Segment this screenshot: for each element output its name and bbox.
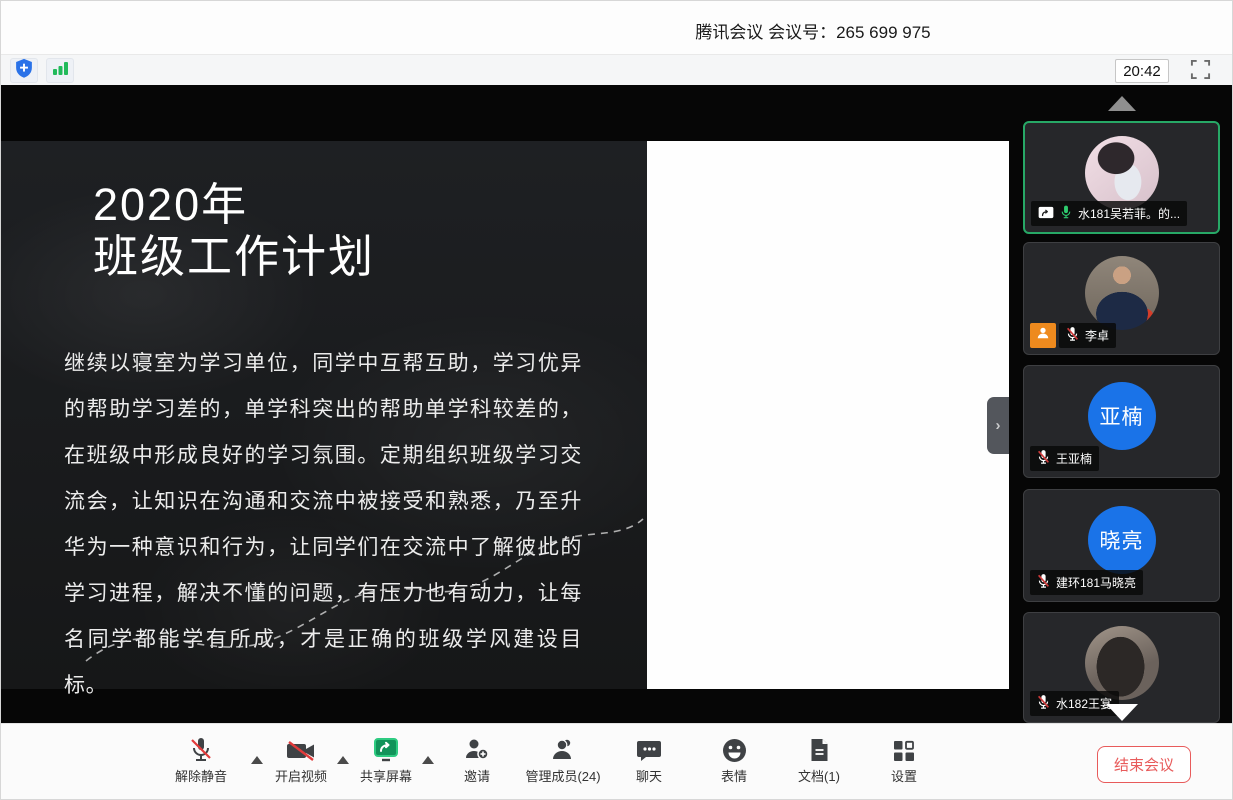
participant-tile[interactable]: 亚楠 王亚楠 bbox=[1023, 365, 1220, 478]
participant-tile[interactable]: 李卓 bbox=[1023, 242, 1220, 355]
participant-label: 李卓 bbox=[1059, 323, 1116, 348]
host-person-icon bbox=[1036, 326, 1050, 345]
share-screen-button[interactable]: 共享屏幕 bbox=[346, 733, 426, 785]
emoji-button[interactable]: 表情 bbox=[694, 733, 774, 785]
docs-button[interactable]: 文档(1) bbox=[779, 733, 859, 785]
slide-white-panel bbox=[647, 141, 1009, 689]
fullscreen-button[interactable] bbox=[1187, 58, 1213, 83]
slide-chalkboard: 2020年 班级工作计划 继续以寝室为学习单位，同学中互帮互助，学习优异的帮助学… bbox=[1, 141, 647, 689]
host-badge bbox=[1030, 323, 1056, 348]
meeting-window: 腾讯会议 会议号：265 699 975 20:42 2 bbox=[0, 0, 1233, 800]
screen-share-indicator-icon bbox=[1038, 206, 1054, 222]
avatar bbox=[1085, 136, 1159, 210]
main-stage: 2020年 班级工作计划 继续以寝室为学习单位，同学中互帮互助，学习优异的帮助学… bbox=[1, 85, 1233, 723]
avatar bbox=[1085, 626, 1159, 700]
invite-person-icon bbox=[437, 733, 517, 763]
participant-name: 王亚楠 bbox=[1056, 450, 1092, 467]
signal-bars-icon bbox=[51, 59, 69, 82]
camera-off-icon bbox=[261, 733, 341, 763]
participant-tile[interactable]: 水181吴若菲。的... bbox=[1023, 121, 1220, 234]
participants-scroll-up-arrow[interactable] bbox=[1108, 96, 1136, 111]
participants-scroll-down-arrow[interactable] bbox=[1106, 704, 1138, 721]
mic-muted-icon bbox=[1066, 326, 1079, 345]
settings-grid-icon bbox=[864, 733, 944, 763]
chat-label: 聊天 bbox=[609, 766, 689, 785]
participant-label: 王亚楠 bbox=[1030, 446, 1099, 471]
mic-on-icon bbox=[1060, 204, 1072, 223]
unmute-label: 解除静音 bbox=[161, 766, 241, 785]
share-screen-label: 共享屏幕 bbox=[346, 766, 426, 785]
sidebar-collapse-handle[interactable]: › bbox=[987, 397, 1009, 454]
shield-plus-icon bbox=[14, 58, 34, 84]
decorative-dashed-wave bbox=[1, 141, 647, 689]
meeting-duration: 20:42 bbox=[1115, 59, 1169, 83]
start-video-label: 开启视频 bbox=[261, 766, 341, 785]
participant-name: 建环181马晓亮 bbox=[1056, 574, 1136, 591]
docs-label: 文档(1) bbox=[779, 766, 859, 785]
control-dock: 解除静音 开启视频 共享屏幕 邀请 管理成员(24 bbox=[1, 723, 1233, 800]
settings-button[interactable]: 设置 bbox=[864, 733, 944, 785]
fullscreen-icon bbox=[1190, 59, 1211, 83]
unmute-button[interactable]: 解除静音 bbox=[161, 733, 241, 785]
settings-label: 设置 bbox=[864, 766, 944, 785]
mic-muted-large-icon bbox=[161, 733, 241, 763]
network-signal-button[interactable] bbox=[46, 58, 74, 83]
invite-button[interactable]: 邀请 bbox=[437, 733, 517, 785]
mic-muted-icon bbox=[1037, 573, 1050, 592]
share-options-arrow[interactable] bbox=[422, 756, 434, 764]
end-meeting-button[interactable]: 结束会议 bbox=[1097, 746, 1191, 783]
share-screen-icon bbox=[346, 733, 426, 763]
emoji-label: 表情 bbox=[694, 766, 774, 785]
title-bar: 腾讯会议 会议号：265 699 975 bbox=[1, 1, 1233, 54]
shared-screen: 2020年 班级工作计划 继续以寝室为学习单位，同学中互帮互助，学习优异的帮助学… bbox=[1, 141, 1009, 689]
mic-muted-icon bbox=[1037, 449, 1050, 468]
invite-label: 邀请 bbox=[437, 766, 517, 785]
mic-muted-icon bbox=[1037, 694, 1050, 713]
participant-label: 水181吴若菲。的... bbox=[1031, 201, 1187, 226]
document-icon bbox=[779, 733, 859, 763]
manage-members-label: 管理成员(24) bbox=[508, 766, 618, 785]
start-video-button[interactable]: 开启视频 bbox=[261, 733, 341, 785]
participant-name: 水181吴若菲。的... bbox=[1078, 205, 1180, 222]
manage-members-button[interactable]: 管理成员(24) bbox=[508, 733, 618, 785]
members-icon bbox=[508, 733, 618, 763]
duration-value: 20:42 bbox=[1123, 63, 1161, 80]
smiley-icon bbox=[694, 733, 774, 763]
avatar bbox=[1085, 256, 1159, 330]
security-shield-button[interactable] bbox=[10, 58, 38, 83]
chevron-right-icon: › bbox=[996, 417, 1001, 434]
avatar-initials: 亚楠 bbox=[1088, 382, 1156, 450]
meeting-title: 腾讯会议 会议号：265 699 975 bbox=[695, 18, 930, 43]
chat-bubble-icon bbox=[609, 733, 689, 763]
chat-button[interactable]: 聊天 bbox=[609, 733, 689, 785]
participant-name: 水182王宴 bbox=[1056, 695, 1112, 712]
avatar-initials: 晓亮 bbox=[1088, 506, 1156, 574]
participant-tile[interactable]: 晓亮 建环181马晓亮 bbox=[1023, 489, 1220, 602]
participant-label: 建环181马晓亮 bbox=[1030, 570, 1143, 595]
participant-name: 李卓 bbox=[1085, 327, 1109, 344]
status-toolbar: 20:42 bbox=[1, 54, 1233, 85]
